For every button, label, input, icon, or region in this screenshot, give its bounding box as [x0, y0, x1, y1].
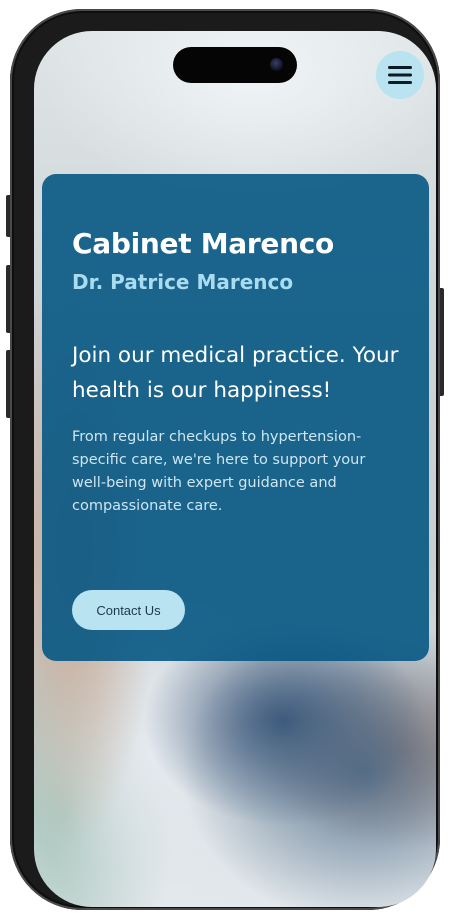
device-mockup: Cabinet Marenco Dr. Patrice Marenco Join… [0, 0, 450, 920]
contact-us-button[interactable]: Contact Us [72, 590, 185, 630]
hero-headline: Join our medical practice. Your health i… [72, 343, 399, 403]
doctor-name: Dr. Patrice Marenco [72, 270, 294, 294]
hero-card: Cabinet Marenco Dr. Patrice Marenco Join… [42, 174, 429, 661]
phone-screen: Cabinet Marenco Dr. Patrice Marenco Join… [34, 31, 436, 907]
dynamic-island [173, 47, 297, 83]
camera-icon [270, 58, 283, 71]
menu-button[interactable] [376, 51, 424, 99]
hero-description: From regular checkups to hypertension-sp… [72, 429, 366, 514]
hamburger-icon [388, 66, 412, 84]
phone-frame: Cabinet Marenco Dr. Patrice Marenco Join… [10, 9, 440, 910]
page-title: Cabinet Marenco [72, 227, 334, 260]
